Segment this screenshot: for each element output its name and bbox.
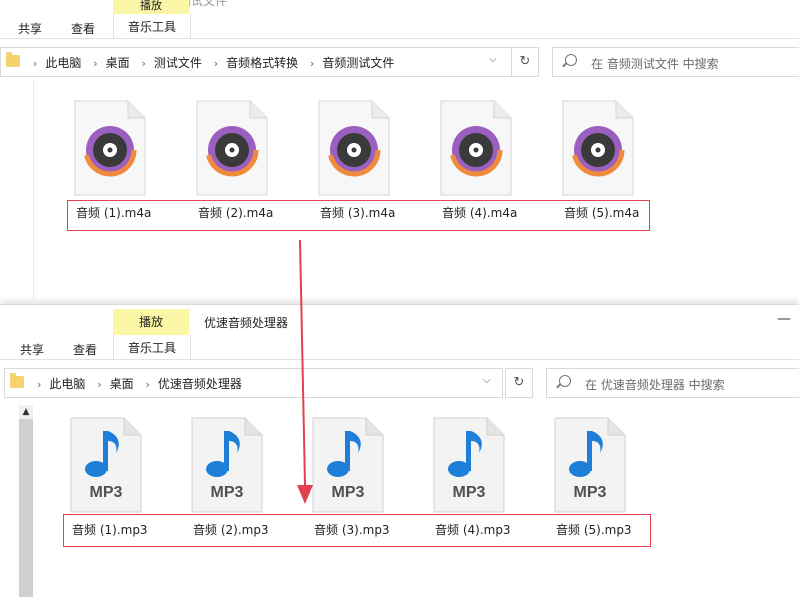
mp3-label: MP3 — [453, 484, 486, 501]
annotation-highlight-box — [63, 514, 651, 547]
mp3-label: MP3 — [211, 484, 244, 501]
chevron-right-icon: › — [141, 57, 146, 70]
breadcrumb-item[interactable]: 此电脑 — [49, 375, 85, 392]
breadcrumb-item[interactable]: 桌面 — [106, 54, 130, 71]
search-placeholder: 在 优速音频处理器 中搜索 — [585, 378, 725, 392]
scrollbar-track[interactable] — [19, 405, 33, 597]
minimize-button[interactable]: — — [777, 311, 791, 327]
mp3-music-note-file-icon: MP3 — [554, 417, 626, 513]
tab-view[interactable]: 查看 — [71, 20, 95, 37]
search-icon — [565, 54, 577, 66]
mp3-label: MP3 — [332, 484, 365, 501]
mp3-music-note-file-icon: MP3 — [70, 417, 142, 513]
nav-pane-divider — [33, 80, 34, 300]
tab-view[interactable]: 查看 — [73, 341, 97, 358]
chevron-right-icon: › — [310, 57, 315, 70]
mp3-music-note-file-icon: MP3 — [433, 417, 505, 513]
music-disc-file-icon — [318, 100, 390, 196]
breadcrumb-item[interactable]: 优速音频处理器 — [158, 375, 242, 392]
tab-play[interactable]: 播放 — [113, 309, 189, 335]
chevron-right-icon: › — [213, 57, 219, 70]
breadcrumb: › 此电脑 › 桌面 › 测试文件 › 音频格式转换 › 音频测试文件 — [25, 54, 394, 71]
folder-icon — [6, 52, 20, 67]
window-title: 优速音频处理器 — [204, 316, 289, 330]
refresh-icon[interactable]: ↻ — [505, 368, 533, 398]
search-box[interactable]: 在 优速音频处理器 中搜索 — [546, 368, 799, 398]
scroll-up-icon[interactable]: ▲ — [19, 405, 33, 419]
chevron-right-icon: › — [145, 378, 150, 391]
music-disc-file-icon — [440, 100, 512, 196]
mp3-music-note-file-icon: MP3 — [312, 417, 384, 513]
breadcrumb-item[interactable]: 音频格式转换 — [226, 54, 298, 71]
address-bar[interactable]: › 此电脑 › 桌面 › 优速音频处理器 ⌵ — [4, 368, 503, 398]
breadcrumb-item[interactable]: 测试文件 — [154, 54, 202, 71]
chevron-right-icon: › — [97, 378, 102, 391]
tab-music-tools[interactable]: 音乐工具 — [113, 335, 191, 359]
annotation-highlight-box — [67, 200, 650, 231]
ribbon-divider — [0, 38, 799, 39]
music-disc-file-icon — [562, 100, 634, 196]
music-disc-file-icon — [196, 100, 268, 196]
search-placeholder: 在 音频测试文件 中搜索 — [591, 57, 719, 71]
breadcrumb-item[interactable]: 桌面 — [110, 375, 134, 392]
chevron-right-icon: › — [93, 57, 98, 70]
mp3-label: MP3 — [90, 484, 123, 501]
conversion-arrow-icon — [297, 240, 313, 504]
tab-share[interactable]: 共享 — [18, 20, 42, 37]
breadcrumb-item[interactable]: 此电脑 — [45, 54, 81, 71]
mp3-music-note-file-icon: MP3 — [191, 417, 263, 513]
chevron-right-icon: › — [33, 57, 38, 70]
tab-play[interactable]: 播放 — [113, 0, 189, 14]
tab-share[interactable]: 共享 — [20, 341, 44, 358]
chevron-right-icon: › — [37, 378, 42, 391]
address-bar[interactable]: › 此电脑 › 桌面 › 测试文件 › 音频格式转换 › 音频测试文件 ⌵ — [0, 47, 512, 77]
music-disc-file-icon — [74, 100, 146, 196]
chevron-down-icon[interactable]: ⌵ — [489, 54, 497, 65]
folder-icon — [10, 373, 24, 388]
breadcrumb: › 此电脑 › 桌面 › 优速音频处理器 — [29, 375, 242, 392]
breadcrumb-item[interactable]: 音频测试文件 — [322, 54, 394, 71]
refresh-icon[interactable]: ↻ — [511, 47, 539, 77]
search-icon — [559, 375, 571, 387]
ribbon-divider — [0, 359, 799, 360]
bottom-explorer-window: 播放 优速音频处理器 — 共享 查看 音乐工具 › 此电脑 › 桌面 › 优速音频处理… — [0, 304, 799, 597]
tab-music-tools[interactable]: 音乐工具 — [113, 14, 191, 38]
search-box[interactable]: 在 音频测试文件 中搜索 — [552, 47, 799, 77]
mp3-label: MP3 — [574, 484, 607, 501]
top-explorer-window: 音频测试文件 播放 共享 查看 音乐工具 › 此电脑 › 桌面 › 测试文件 › 音频格… — [0, 0, 799, 300]
chevron-down-icon[interactable]: ⌵ — [483, 375, 491, 386]
